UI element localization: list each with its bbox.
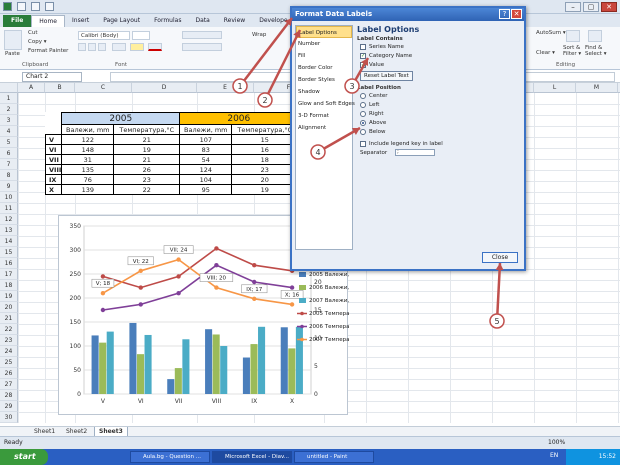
language-indicator[interactable]: EN xyxy=(550,452,558,459)
callout-arrow xyxy=(239,17,293,87)
callout-arrow xyxy=(263,29,302,101)
taskbar-item[interactable]: untitled - Paint xyxy=(294,451,374,463)
zoom-level[interactable]: 100% xyxy=(548,439,565,446)
status-bar: Ready 100% xyxy=(0,436,620,449)
system-tray-clock: 15:52 xyxy=(566,449,620,465)
taskbar-item[interactable]: Aula.bg - Question ... xyxy=(130,451,210,463)
sheet-tabs: Sheet1 Sheet2 Sheet3 xyxy=(0,426,620,437)
arrowhead-icon xyxy=(495,263,504,271)
callout-number: 4 xyxy=(315,148,320,157)
callout-arrow xyxy=(495,262,502,322)
callout-overlay: 1 2 3 4 5 xyxy=(232,17,505,329)
callout-number: 1 xyxy=(237,82,242,91)
callout-number: 2 xyxy=(262,96,267,105)
callout-number: 3 xyxy=(349,82,354,91)
callout-number: 5 xyxy=(494,317,499,326)
taskbar-item-active[interactable]: Microsoft Excel - Diav... xyxy=(212,451,292,463)
status-ready: Ready xyxy=(4,439,23,446)
start-button[interactable]: start xyxy=(0,449,48,465)
